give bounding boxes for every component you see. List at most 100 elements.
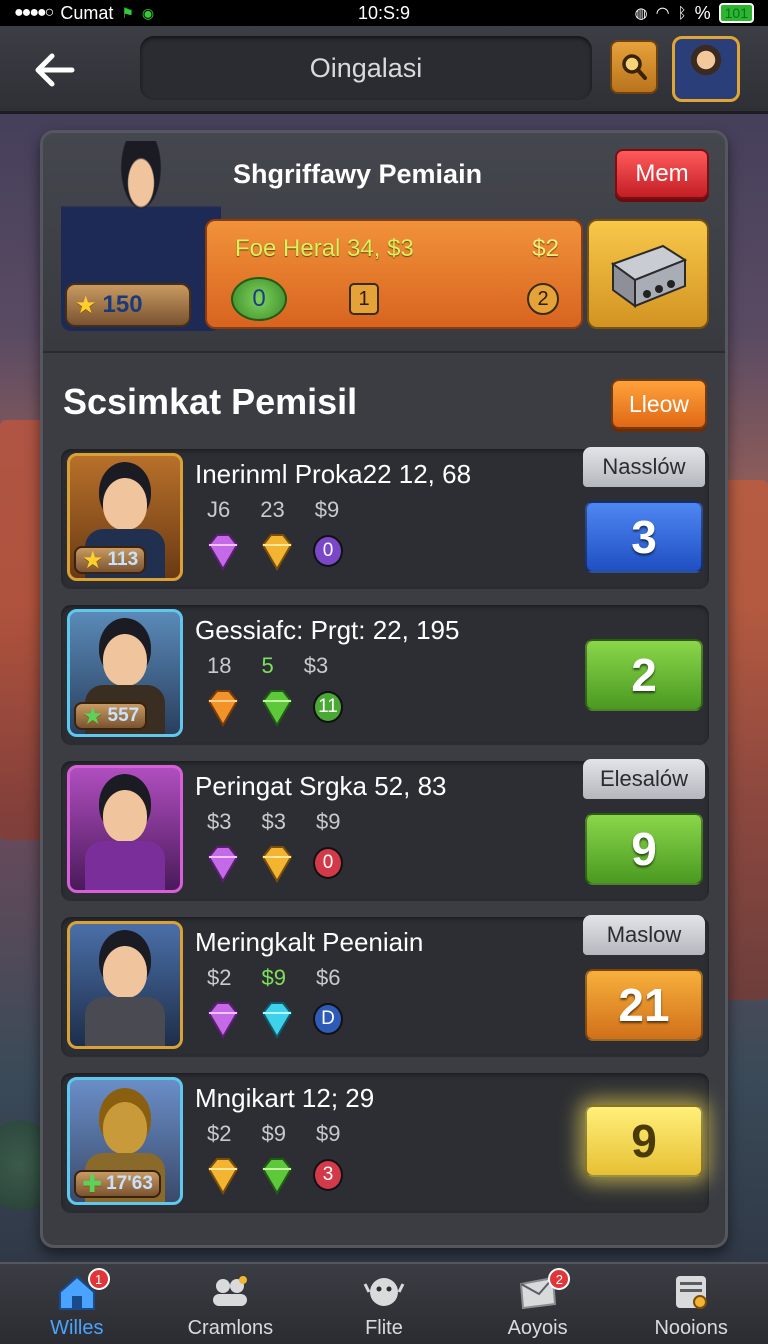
list-item[interactable]: ★ 113 Inerinml Proka22 12, 68 J6 23 $9 0 Na…: [61, 447, 709, 589]
row-title: Gessiafc: Prgt: 22, 195: [195, 615, 460, 645]
row-title: Mngikart 12; 29: [195, 1083, 375, 1113]
green-gem-icon: [255, 1153, 299, 1197]
purple-gem-icon: [201, 841, 245, 885]
stats-round-counter: 2: [527, 283, 559, 315]
row-stats: $3 $3 $9: [207, 809, 341, 834]
notification-icon: ⚑: [121, 4, 134, 21]
rank-number: 9: [585, 813, 703, 885]
cyan-gem-icon: [255, 997, 299, 1041]
carrier-name: Cumat: [60, 2, 114, 23]
list-item[interactable]: ★ 557 Gessiafc: Prgt: 22, 195 18 5 $3 11 2: [61, 605, 709, 745]
player-thumbnail: ✚ 17'63: [67, 1077, 183, 1205]
rank-number: 21: [585, 969, 703, 1041]
chest-button[interactable]: [587, 219, 709, 329]
thumbnail-badge: ★ 113: [74, 546, 147, 574]
rank-tag: Nasslów: [583, 447, 705, 487]
player-thumbnail: [67, 765, 183, 893]
nav-label: Nooions: [654, 1317, 728, 1339]
list-item[interactable]: Meringkalt Peeniain $2 $9 $6 D Maslow 21: [61, 915, 709, 1057]
main-panel: ★ 150 Shgriffawy Pemiain Mem Foe Heral 3…: [40, 130, 728, 1248]
gold-gem-icon: [201, 1153, 245, 1197]
creature-icon: [362, 1271, 406, 1313]
signal-dots-icon: ●●●●○: [14, 4, 54, 21]
status-bar: ●●●●○ Cumat ⚑ ◉ 10:S:9 ◍ ◠ ᛒ % 101: [0, 0, 768, 26]
nav-badge: 1: [87, 1268, 110, 1290]
row-coin: 3: [313, 1159, 343, 1191]
row-coin: 0: [313, 535, 343, 567]
row-gems: 3: [201, 1153, 343, 1197]
nav-item-flite[interactable]: Flite: [307, 1264, 461, 1344]
nav-item-aoyois[interactable]: 2 Aoyois: [461, 1264, 615, 1344]
row-title: Peringat Srgka 52, 83: [195, 771, 447, 801]
gold-gem-icon: [255, 529, 299, 573]
level-value: 150: [102, 291, 143, 318]
chest-icon: [610, 244, 688, 308]
nav-label: Aoyois: [507, 1317, 568, 1339]
battery-icon: 101: [718, 3, 754, 23]
top-bar: Oingalasi: [0, 26, 768, 114]
nav-badge: 2: [548, 1268, 571, 1290]
nav-label: Cramlons: [187, 1317, 274, 1339]
row-stats: $2 $9 $6: [207, 965, 341, 990]
row-coin: D: [313, 1003, 343, 1035]
row-gems: 0: [201, 841, 343, 885]
lleow-button[interactable]: Lleow: [611, 379, 707, 429]
rank-list: ★ 113 Inerinml Proka22 12, 68 J6 23 $9 0 Na…: [61, 447, 709, 1229]
rank-tag: Maslow: [583, 915, 705, 955]
rank-number: 9: [585, 1105, 703, 1177]
row-gems: 0: [201, 529, 343, 573]
player-thumbnail: ★ 557: [67, 609, 183, 737]
orange-gem-icon: [201, 685, 245, 729]
thumbnail-badge: ★ 557: [74, 702, 148, 730]
profile-section: ★ 150 Shgriffawy Pemiain Mem Foe Heral 3…: [43, 133, 725, 353]
thumbnail-badge: ✚ 17'63: [74, 1170, 161, 1198]
nav-item-cramlons[interactable]: Cramlons: [154, 1264, 308, 1344]
purple-gem-icon: [201, 529, 245, 573]
nav-label: Flite: [365, 1317, 403, 1339]
star-icon: ★: [75, 291, 97, 319]
wifi-icon: ◠: [655, 5, 670, 22]
stats-money: $2: [532, 235, 559, 262]
search-button[interactable]: [610, 40, 658, 94]
player-thumbnail: [67, 921, 183, 1049]
player-name: Shgriffawy Pemiain: [233, 159, 483, 189]
nav-label: Willes: [50, 1317, 104, 1339]
row-gems: D: [201, 997, 343, 1041]
bluetooth-icon: ᛒ: [677, 4, 687, 22]
settings-icon: [669, 1271, 713, 1313]
section-title: Scsimkat Pemisil: [63, 381, 358, 422]
location-icon: ◍: [634, 5, 648, 22]
nav-item-nooions[interactable]: Nooions: [614, 1264, 768, 1344]
green-gem-icon: [255, 685, 299, 729]
rank-number: 3: [585, 501, 703, 573]
rank-number: 2: [585, 639, 703, 711]
row-gems: 11: [201, 685, 343, 729]
page-title: Oingalasi: [140, 36, 592, 100]
player-avatar[interactable]: [672, 36, 740, 102]
stats-card[interactable]: Foe Heral 34, $3 $2 0 1 2: [205, 219, 583, 329]
rank-tag: Elesalów: [583, 759, 705, 799]
nav-item-willes[interactable]: 1 Willes: [0, 1264, 154, 1344]
mem-button[interactable]: Mem: [615, 149, 709, 199]
app-icon: ◉: [141, 4, 155, 21]
back-button[interactable]: [24, 46, 84, 94]
player-thumbnail: ★ 113: [67, 453, 183, 581]
level-badge: ★ 150: [65, 283, 191, 327]
row-title: Meringkalt Peeniain: [195, 927, 424, 957]
stats-title: Foe Heral 34, $3: [235, 235, 414, 262]
gold-gem-icon: [255, 841, 299, 885]
bottom-nav: 1 Willes Cramlons Flite 2 Aoyois Nooions: [0, 1262, 768, 1344]
list-item[interactable]: Peringat Srgka 52, 83 $3 $3 $9 0 Elesalów …: [61, 759, 709, 901]
row-stats: $2 $9 $9: [207, 1121, 341, 1146]
group-icon: [208, 1271, 252, 1313]
back-arrow-icon: [35, 53, 75, 87]
row-coin: 0: [313, 847, 343, 879]
purple-gem-icon: [201, 997, 245, 1041]
row-coin: 11: [313, 691, 343, 723]
search-icon: [622, 54, 647, 80]
list-item[interactable]: ✚ 17'63 Mngikart 12; 29 $2 $9 $9 3 9: [61, 1073, 709, 1213]
row-stats: 18 5 $3: [207, 653, 329, 678]
row-stats: J6 23 $9: [207, 497, 340, 522]
battery-percent: %: [694, 2, 711, 23]
stats-square-counter: 1: [349, 283, 379, 315]
